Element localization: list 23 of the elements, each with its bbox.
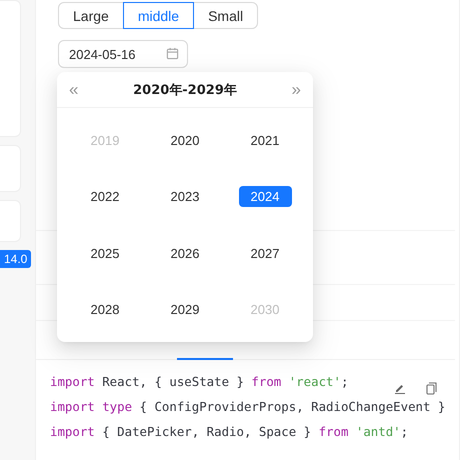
edit-icon[interactable] [394, 382, 406, 394]
code-line: import type { ConfigProviderProps, RadioChangeEvent } [50, 398, 446, 416]
year-cell[interactable]: 2024 [238, 186, 292, 208]
year-cell[interactable]: 2022 [78, 186, 132, 208]
size-option[interactable]: Large [58, 2, 124, 29]
code-line: import { DatePicker, Radio, Space } from 'antd'; [50, 423, 408, 441]
year-cell[interactable]: 2021 [238, 130, 292, 151]
year-cell[interactable]: 2027 [238, 242, 292, 264]
copy-icon[interactable] [426, 382, 437, 395]
date-field[interactable]: 2024-05-16 [58, 40, 188, 68]
calendar-icon [166, 47, 179, 60]
year-cell[interactable]: 2020 [158, 130, 212, 151]
decade-title: 2020年-2029年 [133, 82, 237, 98]
year-cell[interactable]: 2025 [78, 242, 132, 264]
year-cell[interactable]: 2023 [158, 186, 212, 208]
badge: 14.0 [0, 250, 32, 268]
tab-indicator [177, 358, 233, 360]
year-cell[interactable]: 2029 [158, 299, 212, 320]
size-option[interactable]: middle [122, 2, 194, 29]
code-line: import React, { useState } from 'react'; [50, 373, 348, 391]
year-cell[interactable]: 2026 [158, 242, 212, 264]
size-option[interactable]: Small [193, 2, 258, 29]
year-cell[interactable]: 2028 [78, 299, 132, 320]
